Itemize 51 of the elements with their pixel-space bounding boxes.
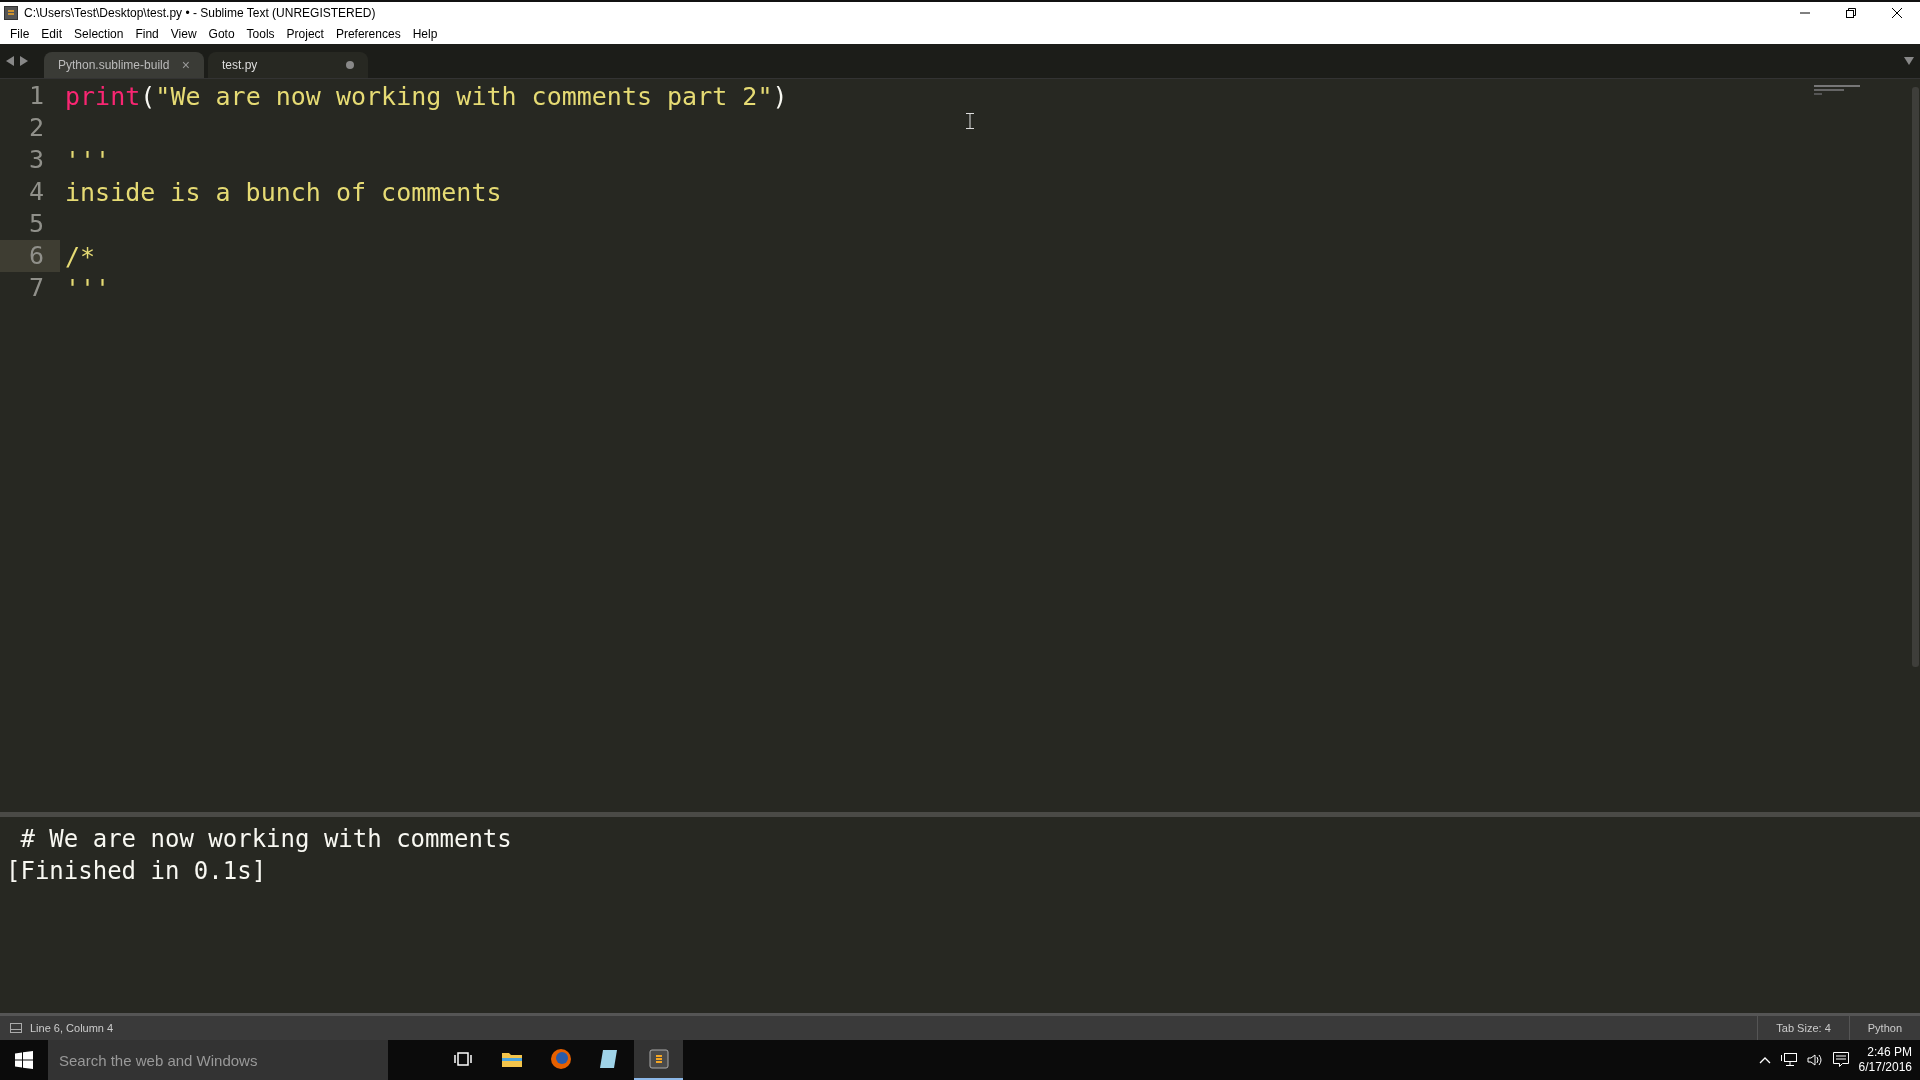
code-line: /*: [64, 241, 96, 271]
menu-item[interactable]: Tools: [240, 27, 281, 41]
menu-item[interactable]: Selection: [68, 27, 130, 41]
line-number: 2: [27, 112, 45, 144]
tab-close-button[interactable]: ×: [181, 57, 190, 73]
code-line: inside is a bunch of comments: [64, 177, 502, 207]
app-icon: [4, 6, 18, 20]
chevron-up-icon[interactable]: [1758, 1056, 1771, 1064]
output-line: [Finished in 0.1s]: [6, 856, 268, 887]
back-arrow-icon[interactable]: [6, 56, 14, 66]
restore-icon: [1846, 8, 1856, 18]
close-icon: [1892, 8, 1902, 18]
line-number: 1: [27, 80, 45, 112]
forward-arrow-icon[interactable]: [20, 56, 28, 66]
dropdown-arrow-icon[interactable]: [1904, 57, 1914, 65]
notification-icon[interactable]: [1832, 1052, 1849, 1068]
output-line: # We are now working with comments: [19, 824, 513, 855]
panel-toggle-icon[interactable]: [10, 1023, 22, 1033]
text-cursor-icon: [966, 113, 974, 129]
taskbar-app-button[interactable]: [634, 1040, 683, 1080]
window-title: C:\Users\Test\Desktop\test.py • - Sublime Text (UNREGISTERED): [24, 6, 376, 20]
task-view-icon: [453, 1052, 472, 1066]
line-number: 5: [27, 208, 45, 240]
menu-item[interactable]: Find: [129, 27, 165, 41]
editor-tab[interactable]: test.py: [208, 52, 368, 78]
menu-item[interactable]: Edit: [35, 27, 69, 41]
folder-icon: [500, 1050, 523, 1068]
line-number: 7: [27, 272, 45, 304]
speaker-icon[interactable]: [1806, 1053, 1823, 1067]
menu-item[interactable]: File: [4, 27, 36, 41]
code-line: print("We are now working with comments part 2"): [64, 81, 788, 111]
start-icon: [15, 1051, 33, 1069]
line-number: 4: [27, 176, 45, 208]
code-line: ''': [64, 273, 111, 303]
menu-item[interactable]: Help: [406, 27, 444, 41]
code-line: ''': [64, 145, 111, 175]
line-number: 6: [0, 240, 60, 272]
browser-globe-icon: [549, 1048, 572, 1070]
network-icon[interactable]: [1780, 1053, 1797, 1067]
line-number: 3: [27, 144, 45, 176]
search-field[interactable]: Search the web and Windows: [48, 1040, 388, 1080]
editor-tab[interactable]: Python.sublime-build ×: [44, 52, 204, 78]
cursor-position: Line 6, Column 4: [29, 1022, 115, 1034]
notepad-icon: [599, 1048, 620, 1070]
menu-item[interactable]: Goto: [202, 27, 241, 41]
clock[interactable]: 2:46 PM 6/17/2016: [1858, 1045, 1912, 1075]
menu-item[interactable]: Project: [280, 27, 330, 41]
scrollbar-thumb[interactable]: [1911, 87, 1919, 667]
menu-item[interactable]: Preferences: [329, 27, 407, 41]
menu-item[interactable]: View: [164, 27, 203, 41]
editor-app-icon: [648, 1049, 669, 1069]
